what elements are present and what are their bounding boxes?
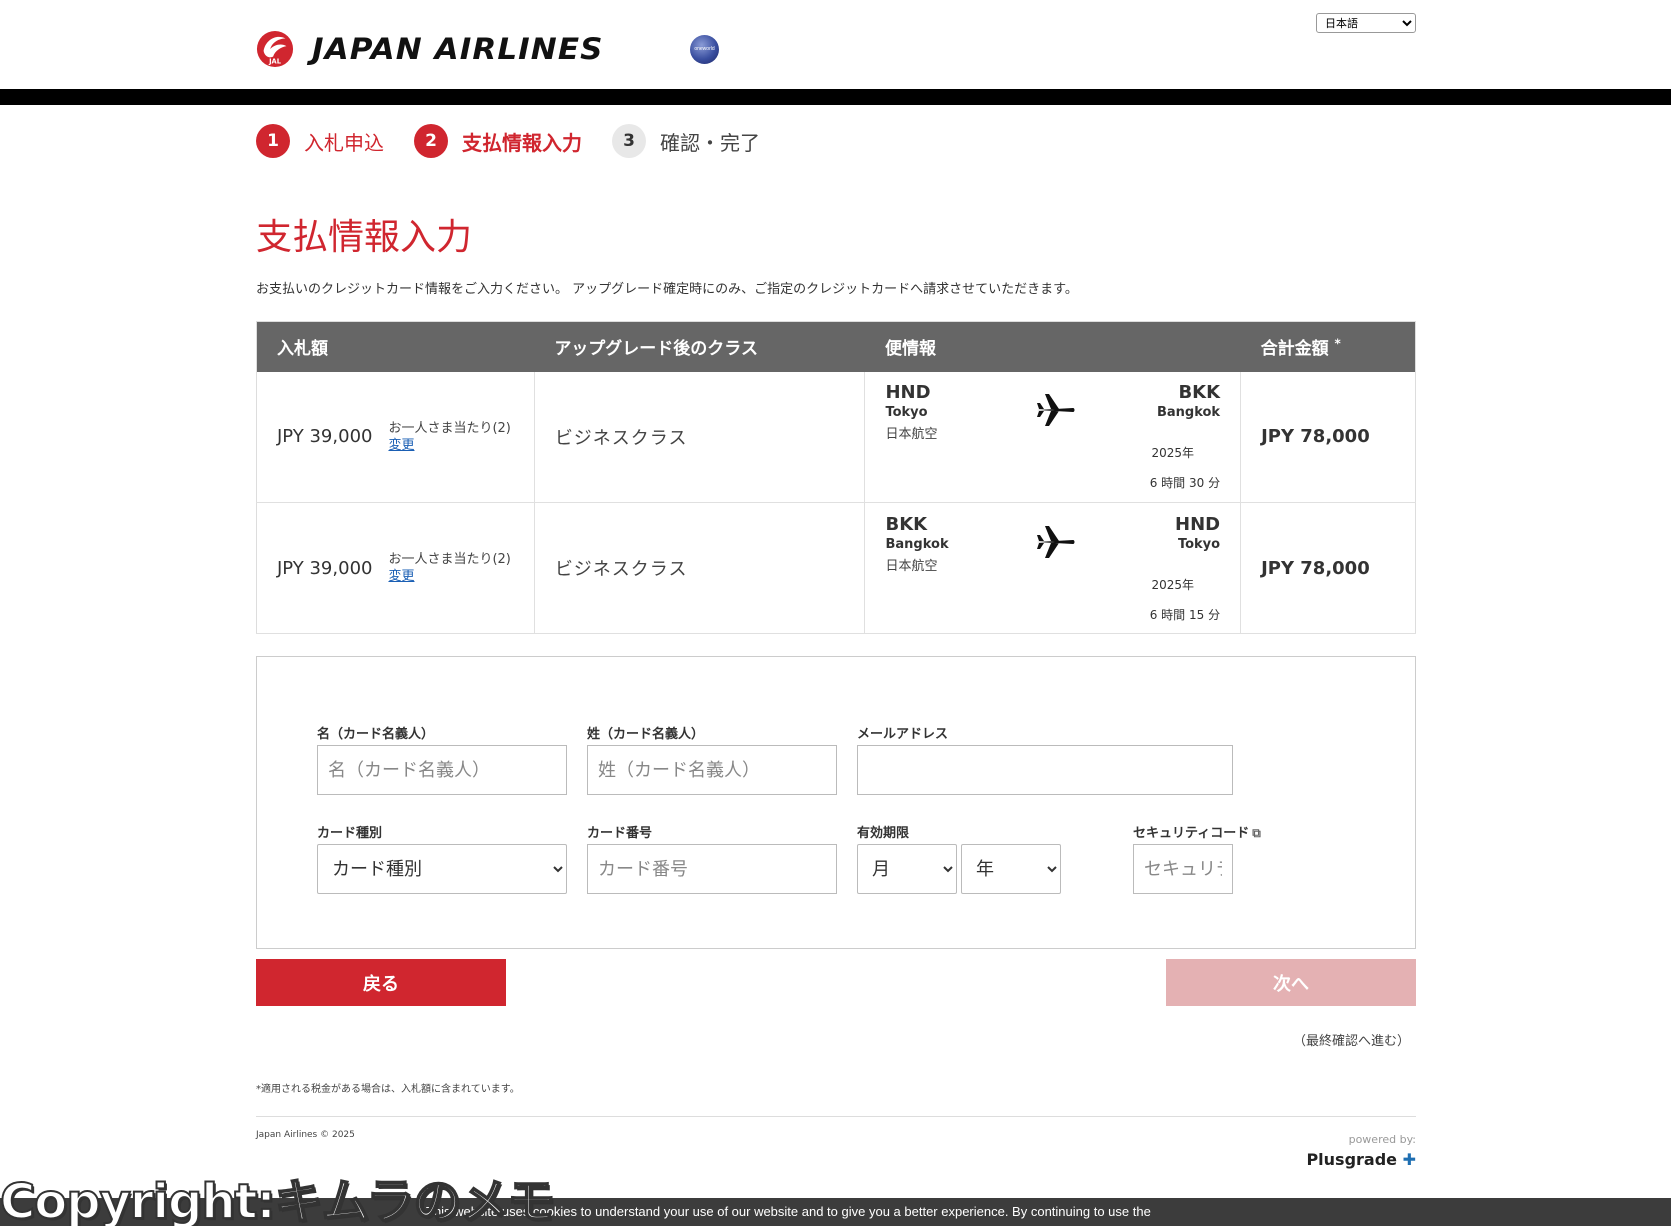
step-2: 2 支払情報入力	[414, 124, 582, 158]
expiry-year-select[interactable]: 年	[961, 844, 1061, 894]
last-name-input[interactable]	[587, 745, 837, 795]
plusgrade-mark-icon: ✚	[1402, 1150, 1416, 1169]
bid-summary-table: 入札額 アップグレード後のクラス 便情報 合計金額 * JPY 39,000 お…	[256, 321, 1416, 634]
airline-name: 日本航空	[885, 427, 938, 443]
footer-divider	[256, 1116, 1416, 1117]
flight-year: 2025年	[1151, 446, 1195, 461]
header-total-mark: *	[1334, 336, 1341, 351]
header-total-label: 合計金額	[1260, 339, 1329, 360]
header-class: アップグレード後のクラス	[534, 321, 865, 372]
airplane-icon	[1037, 394, 1075, 427]
brand-name: JAPAN AIRLINES	[312, 32, 604, 66]
language-select[interactable]: 日本語	[1316, 13, 1416, 33]
airplane-icon	[1037, 525, 1075, 558]
expiry-group: 有効期限 月 年	[857, 822, 1062, 894]
progress-steps: 1 入札申込 2 支払情報入力 3 確認・完了	[256, 124, 790, 158]
email-group: メールアドレス	[857, 723, 1233, 795]
step-label: 入札申込	[304, 130, 384, 155]
next-button-note: （最終確認へ進む）	[1292, 1034, 1410, 1049]
card-number-input[interactable]	[587, 844, 837, 894]
page-title: 支払情報入力	[256, 217, 473, 258]
card-type-label: カード種別	[317, 826, 383, 841]
dest-code: HND	[1175, 513, 1221, 535]
bid-amount: JPY 39,000	[277, 426, 373, 448]
help-popup-icon[interactable]: ⧉	[1252, 826, 1261, 840]
copyright-text: Japan Airlines © 2025	[256, 1130, 355, 1140]
card-number-group: カード番号	[587, 822, 837, 894]
bid-cell: JPY 39,000 お一人さま当たり(2) 変更	[256, 502, 535, 634]
origin-code: HND	[885, 382, 931, 404]
security-code-input[interactable]	[1133, 844, 1233, 894]
jal-crane-logo-icon: JAL	[256, 30, 294, 68]
last-name-group: 姓（カード名義人）	[587, 723, 837, 795]
security-code-label: セキュリティコード	[1133, 826, 1250, 841]
watermark-text: Copyright:キムラのメモ	[0, 1173, 556, 1226]
total-amount: JPY 78,000	[1240, 371, 1416, 503]
card-number-label: カード番号	[587, 826, 653, 841]
security-code-group: セキュリティコード ⧉	[1133, 822, 1293, 894]
table-header-row: 入札額 アップグレード後のクラス 便情報 合計金額 *	[256, 321, 1416, 372]
step-number: 1	[256, 124, 290, 158]
flight-info-cell: BKK Bangkok 日本航空 HND Tokyo 2025年 6 時間 15…	[864, 502, 1242, 634]
powered-by-label: powered by:	[1348, 1133, 1416, 1146]
airline-name: 日本航空	[885, 558, 938, 574]
step-number: 2	[414, 124, 448, 158]
bid-per-person-note: お一人さま当たり(2)	[388, 552, 511, 567]
dest-city: Tokyo	[1177, 536, 1221, 552]
origin-city: Tokyo	[885, 405, 928, 421]
payment-form: 名（カード名義人） 姓（カード名義人） メールアドレス カード種別 カード種別 …	[256, 656, 1416, 949]
table-row: JPY 39,000 お一人さま当たり(2) 変更 ビジネスクラス HND To…	[256, 371, 1416, 503]
oneworld-badge: oneworld	[690, 35, 719, 64]
oneworld-badge-text: oneworld	[694, 46, 715, 52]
plusgrade-name: Plusgrade	[1306, 1150, 1398, 1169]
logo-mark-text: JAL	[268, 57, 282, 65]
change-bid-link[interactable]: 変更	[388, 438, 414, 453]
expiry-label: 有効期限	[857, 826, 910, 841]
bid-amount: JPY 39,000	[277, 557, 373, 579]
header-total: 合計金額 *	[1240, 321, 1416, 372]
card-type-select[interactable]: カード種別	[317, 844, 567, 894]
email-input[interactable]	[857, 745, 1233, 795]
page-description: お支払いのクレジットカード情報をご入力ください。 アップグレード確定時にのみ、ご…	[256, 282, 1078, 297]
step-1: 1 入札申込	[256, 124, 384, 158]
step-number: 3	[612, 124, 646, 158]
site-header: JAL JAPAN AIRLINES oneworld 日本語	[0, 0, 1671, 89]
next-button[interactable]: 次へ	[1166, 959, 1416, 1006]
back-button[interactable]: 戻る	[256, 959, 506, 1006]
first-name-input[interactable]	[317, 745, 567, 795]
first-name-group: 名（カード名義人）	[317, 723, 567, 795]
header-flight: 便情報	[864, 321, 1241, 372]
table-row: JPY 39,000 お一人さま当たり(2) 変更 ビジネスクラス BKK Ba…	[256, 502, 1416, 634]
bid-per-person-note: お一人さま当たり(2)	[388, 420, 511, 436]
origin-city: Bangkok	[885, 536, 949, 552]
change-bid-link[interactable]: 変更	[388, 569, 414, 584]
step-3: 3 確認・完了	[612, 124, 760, 158]
header-bid: 入札額	[256, 321, 535, 372]
step-label: 支払情報入力	[462, 130, 582, 155]
upgrade-class: ビジネスクラス	[534, 371, 866, 503]
upgrade-class: ビジネスクラス	[534, 502, 866, 634]
last-name-label: 姓（カード名義人）	[587, 727, 705, 742]
total-amount: JPY 78,000	[1240, 502, 1416, 634]
step-label: 確認・完了	[660, 130, 760, 155]
bid-cell: JPY 39,000 お一人さま当たり(2) 変更	[256, 371, 535, 503]
jal-logo[interactable]: JAL JAPAN AIRLINES	[256, 30, 602, 68]
flight-duration: 6 時間 30 分	[1149, 476, 1221, 491]
origin-code: BKK	[885, 513, 928, 535]
header-divider	[0, 89, 1671, 105]
expiry-month-select[interactable]: 月	[857, 844, 957, 894]
flight-info-cell: HND Tokyo 日本航空 BKK Bangkok 2025年 6 時間 30…	[864, 371, 1242, 503]
plusgrade-logo[interactable]: Plusgrade ✚	[1300, 1150, 1416, 1169]
security-code-label-row: セキュリティコード ⧉	[1133, 822, 1293, 841]
tax-note: *適用される税金がある場合は、入札額に含まれています。	[256, 1084, 520, 1095]
dest-city: Bangkok	[1156, 405, 1221, 421]
flight-duration: 6 時間 15 分	[1149, 607, 1221, 622]
card-type-group: カード種別 カード種別	[317, 822, 567, 894]
dest-code: BKK	[1178, 382, 1221, 404]
email-label: メールアドレス	[857, 727, 949, 742]
first-name-label: 名（カード名義人）	[317, 727, 435, 742]
flight-year: 2025年	[1151, 577, 1195, 592]
